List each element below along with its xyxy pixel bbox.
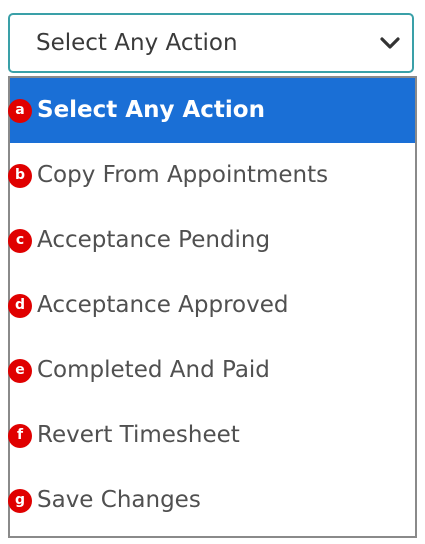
- annotation-badge-g: g: [8, 489, 32, 513]
- option-label: Acceptance Pending: [37, 227, 271, 253]
- option-acceptance-approved[interactable]: d Acceptance Approved: [8, 273, 415, 338]
- annotation-badge-a: a: [8, 99, 32, 123]
- option-label: Select Any Action: [37, 97, 265, 123]
- option-completed-and-paid[interactable]: e Completed And Paid: [8, 338, 415, 403]
- option-acceptance-pending[interactable]: c Acceptance Pending: [8, 208, 415, 273]
- action-dropdown-list: a Select Any Action b Copy From Appointm…: [8, 76, 417, 538]
- annotation-badge-b: b: [8, 164, 32, 188]
- option-select-any-action[interactable]: a Select Any Action: [8, 78, 415, 143]
- annotation-badge-f: f: [8, 424, 32, 448]
- option-revert-timesheet[interactable]: f Revert Timesheet: [8, 403, 415, 468]
- option-label: Completed And Paid: [37, 357, 270, 383]
- action-select-value: Select Any Action: [36, 30, 238, 56]
- option-save-changes[interactable]: g Save Changes: [8, 468, 415, 533]
- option-copy-from-appointments[interactable]: b Copy From Appointments: [8, 143, 415, 208]
- option-label: Revert Timesheet: [37, 422, 240, 448]
- option-label: Copy From Appointments: [37, 162, 329, 188]
- option-label: Acceptance Approved: [37, 292, 289, 318]
- action-select[interactable]: Select Any Action: [8, 13, 414, 73]
- chevron-down-icon[interactable]: [378, 31, 402, 55]
- option-label: Save Changes: [37, 487, 201, 513]
- annotation-badge-d: d: [8, 294, 32, 318]
- annotation-badge-e: e: [8, 359, 32, 383]
- annotation-badge-c: c: [8, 229, 32, 253]
